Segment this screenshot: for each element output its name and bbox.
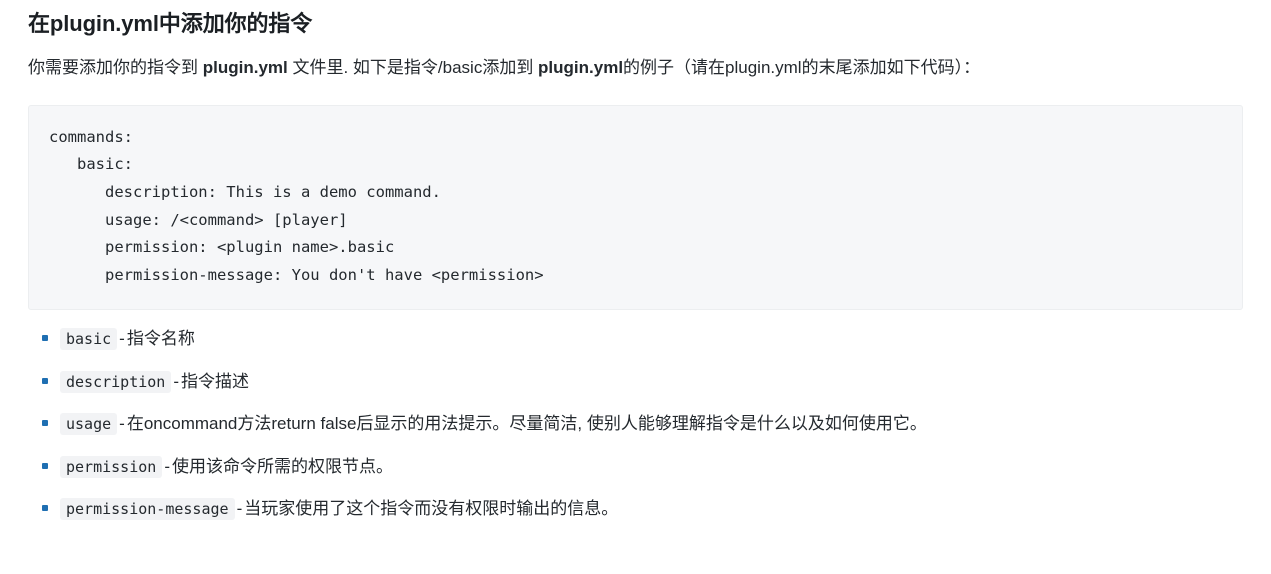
bullet-icon [42,377,48,384]
list-item-description: 使用该命令所需的权限节点。 [171,456,393,476]
list-item: usage - 在oncommand方法return false后显示的用法提示。尽… [28,411,1243,437]
inline-code-basic: basic [60,328,118,351]
list-item-description: 指令名称 [126,329,195,349]
bullet-icon [42,335,48,342]
inline-code-description: description [60,370,172,393]
page-title: 在plugin.yml中添加你的指令 [28,11,313,36]
list-item: permission - 使用该命令所需的权限节点。 [28,454,1243,480]
code-block: commands: basic: description: This is a … [28,104,1243,311]
document-page: 在plugin.yml中添加你的指令 你需要添加你的指令到 plugin.yml… [0,0,1271,522]
paragraph-bold-plugin-yml-1: plugin.yml [202,57,288,77]
list-item-description: 当玩家使用了这个指令而没有权限时输出的信息。 [244,499,619,519]
list-item-description: 指令描述 [181,371,250,391]
list-item: permission-message - 当玩家使用了这个指令而没有权限时输出的信息… [28,496,1243,522]
list-item-dash: - [173,371,180,391]
list-item: basic - 指令名称 [28,326,1243,352]
list-item-description: 在oncommand方法return false后显示的用法提示。尽量简洁, 使… [126,414,927,434]
command-fields-list: basic - 指令名称 description - 指令描述 usage - 在oncom… [28,310,1243,522]
inline-code-permission: permission [60,455,163,478]
list-item-dash: - [119,414,125,434]
inline-code-permission-message: permission-message [60,498,235,521]
paragraph-text-2: 文件里. 如下是指令/basic添加到 [287,57,539,77]
list-item-dash: - [119,329,125,349]
bullet-icon [42,505,48,512]
paragraph-text-3: 的例子（请在plugin.yml的末尾添加如下代码）： [623,57,981,77]
list-item-dash: - [164,456,170,476]
paragraph-text-1: 你需要添加你的指令到 [28,57,203,77]
intro-paragraph: 你需要添加你的指令到 plugin.yml 文件里. 如下是指令/basic添加… [28,38,1243,81]
list-item: description - 指令描述 [28,369,1243,395]
code-block-content: commands: basic: description: This is a … [49,127,544,284]
list-item-dash: - [236,499,243,519]
bullet-icon [42,462,48,469]
paragraph-bold-plugin-yml-2: plugin.yml [538,57,624,77]
inline-code-usage: usage [60,413,118,436]
bullet-icon [42,420,48,427]
